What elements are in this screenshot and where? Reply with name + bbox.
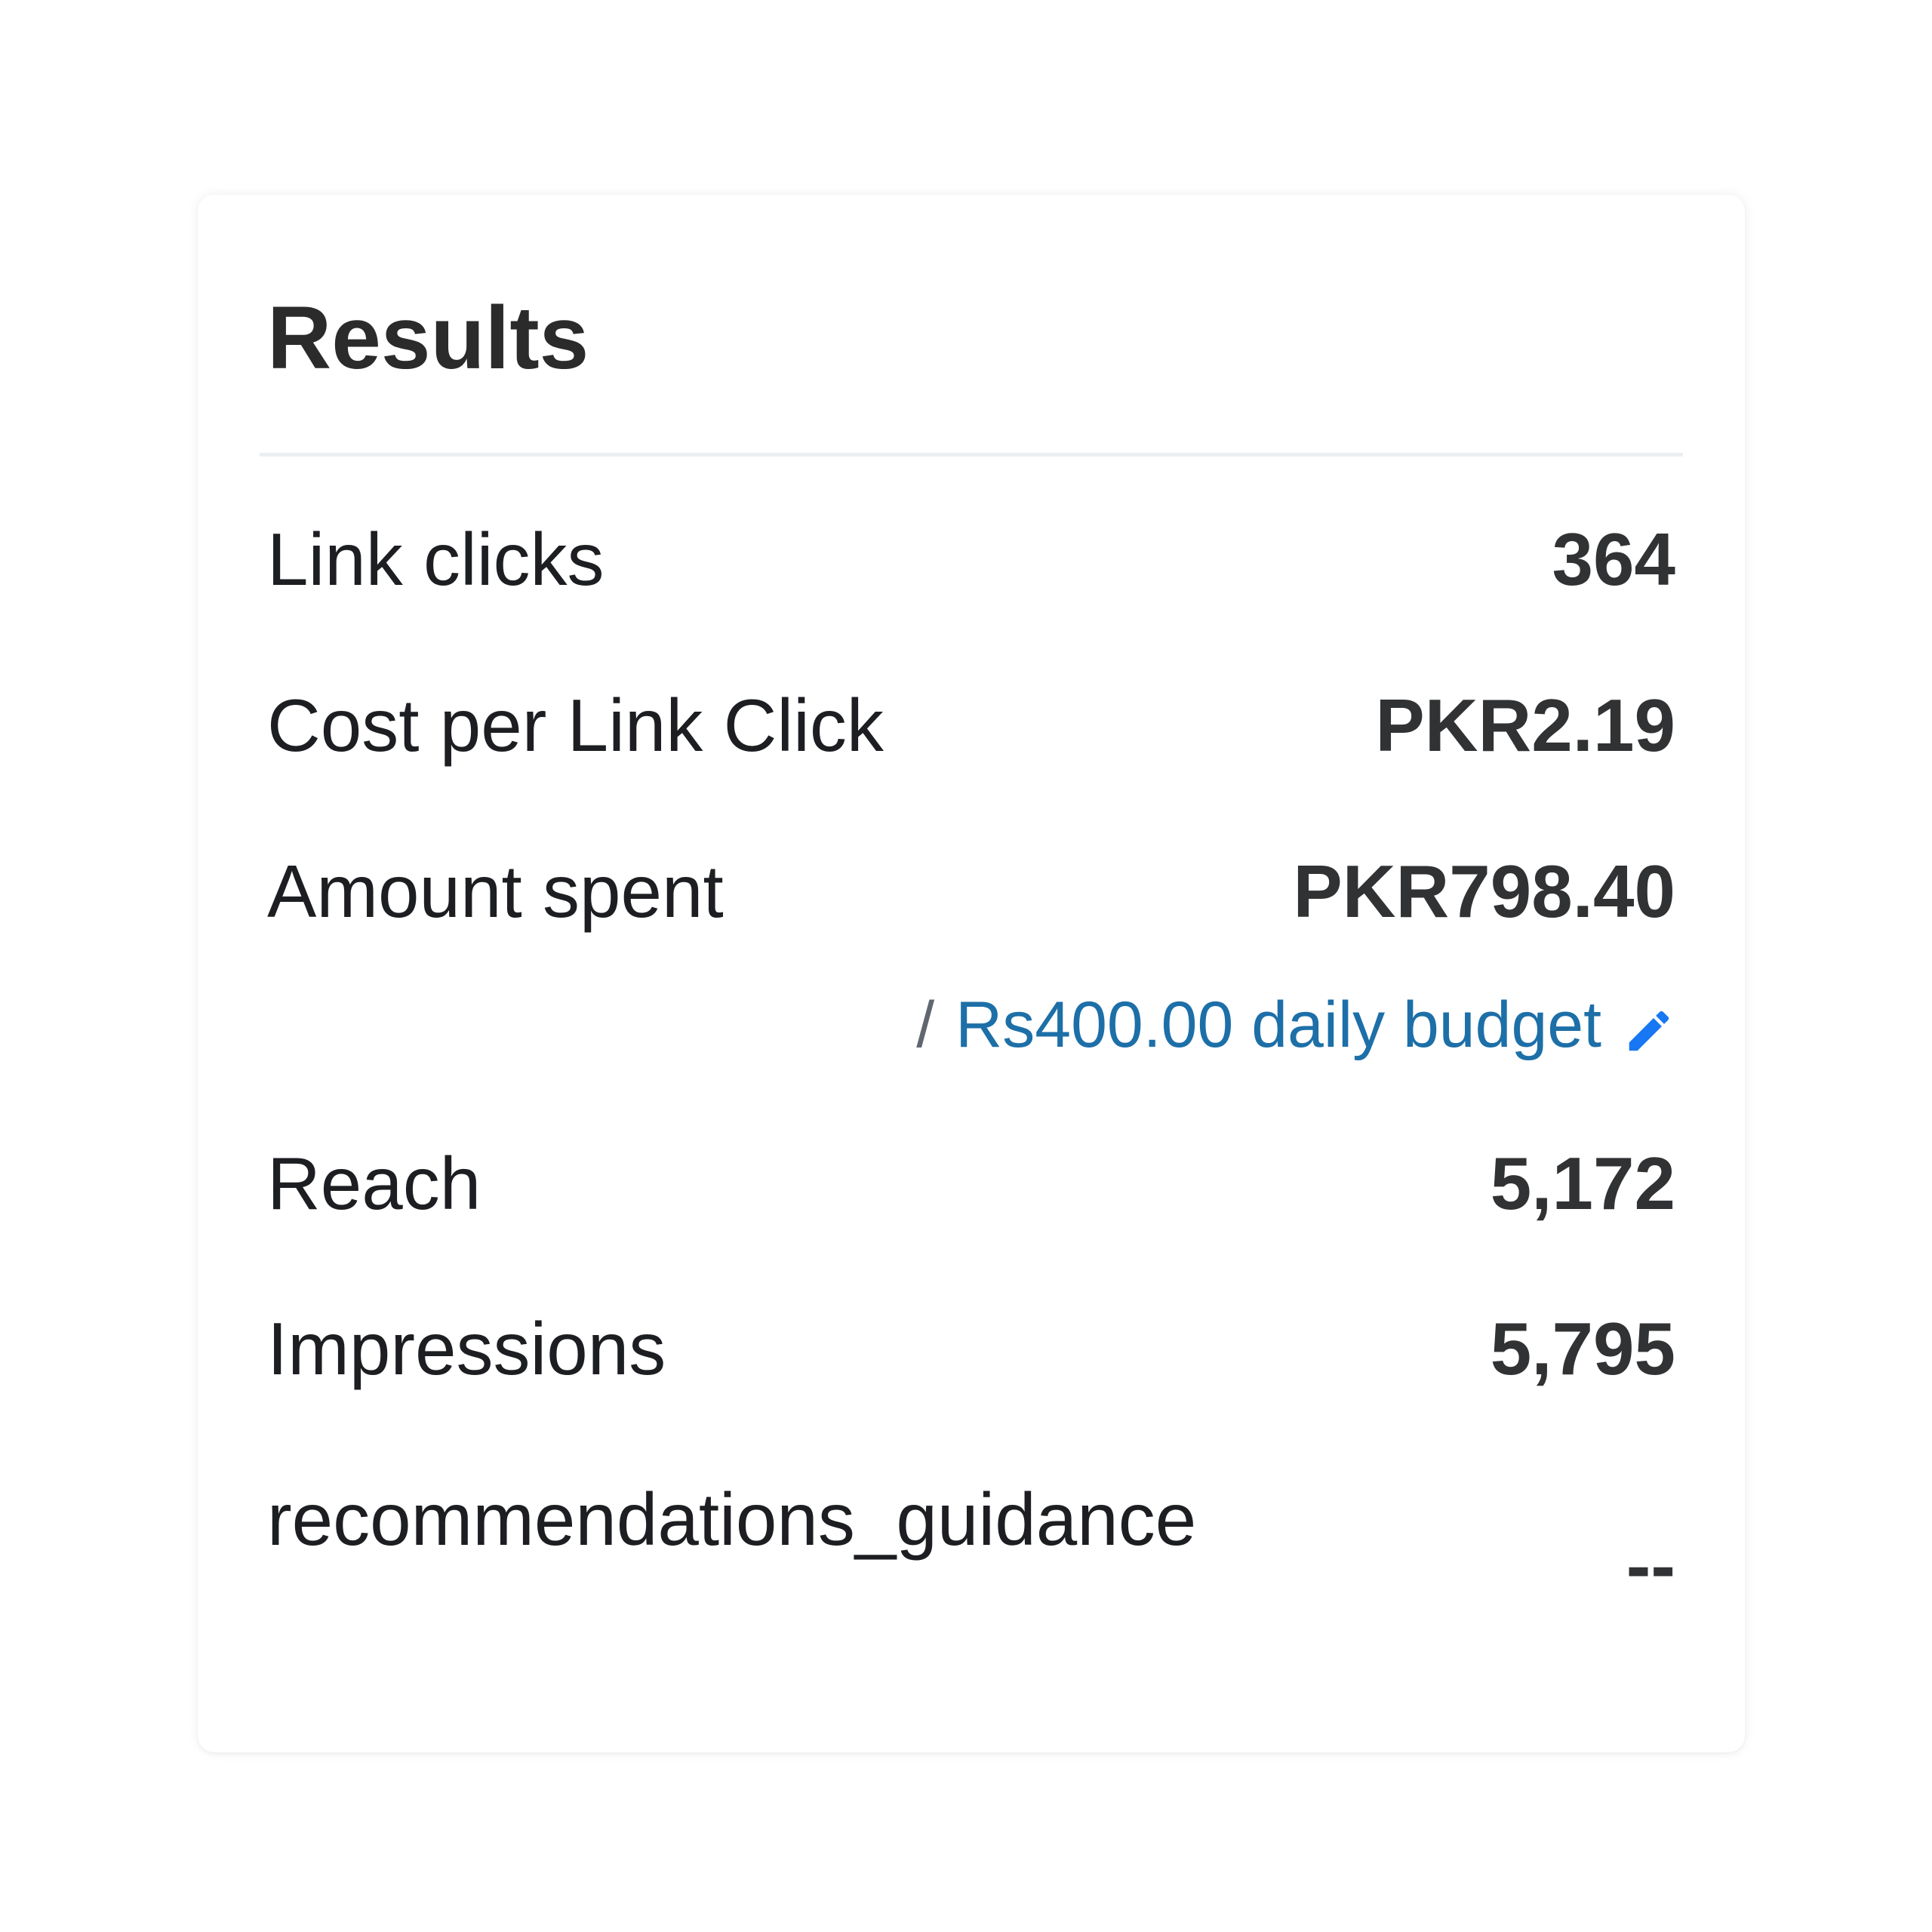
metric-value: 364 [1552,517,1675,601]
metric-value: 5,172 [1490,1141,1675,1225]
results-card: Results Link clicks 364 Cost per Link Cl… [198,195,1745,1752]
metric-row-amount-spent: Amount spent PKR798.40 [267,850,1675,933]
metric-value: -- [1626,1524,1675,1607]
metric-label: Impressions [267,1306,666,1390]
metric-label: Cost per Link Click [267,683,884,767]
pencil-edit-icon[interactable] [1623,998,1675,1051]
metric-label: recommendations_guidance [267,1478,1197,1561]
metric-row-impressions: Impressions 5,795 [267,1307,1675,1390]
metric-row-cost-per-link-click: Cost per Link Click PKR2.19 [267,684,1675,767]
metric-label: Amount spent [267,849,724,933]
title-divider [260,453,1683,457]
metric-label: Reach [267,1141,481,1225]
metric-value: 5,795 [1490,1306,1675,1390]
daily-budget-link[interactable]: Rs400.00 daily budget [955,988,1601,1063]
metric-value: PKR798.40 [1293,849,1675,933]
metric-label: Link clicks [267,517,605,601]
metric-row-link-clicks: Link clicks 364 [267,518,1675,601]
card-title: Results [267,288,589,388]
budget-separator: / [916,988,935,1061]
metric-value: PKR2.19 [1375,683,1675,767]
metric-row-reach: Reach 5,172 [267,1142,1675,1225]
daily-budget-line: / Rs400.00 daily budget [916,980,1675,1070]
metric-row-recommendations-guidance: recommendations_guidance -- [267,1463,1675,1674]
page: Results Link clicks 364 Cost per Link Cl… [0,0,1932,1932]
